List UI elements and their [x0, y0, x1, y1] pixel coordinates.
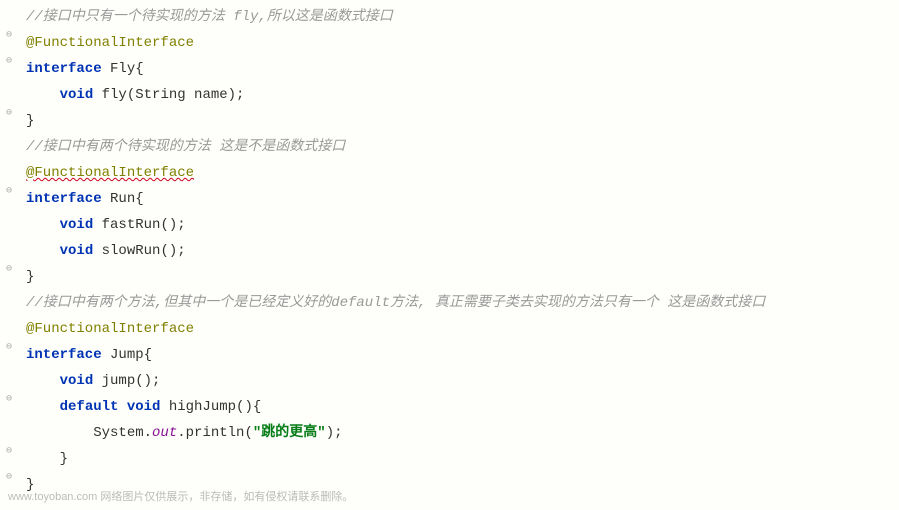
watermark: www.toyoban.com 网络图片仅供展示，非存储，如有侵权请联系删除。: [8, 488, 353, 504]
code-line: void fastRun();: [18, 212, 899, 238]
class-name: Fly: [110, 61, 135, 77]
fold-icon[interactable]: ⊖: [4, 108, 14, 118]
params: ();: [160, 243, 185, 259]
code-line: interface Run{: [18, 186, 899, 212]
brace: {: [144, 347, 152, 363]
annotation-error: @FunctionalInterface: [26, 165, 194, 181]
fold-icon[interactable]: ⊖: [4, 342, 14, 352]
method-name: slowRun: [102, 243, 161, 259]
code-text: );: [326, 425, 343, 441]
brace: }: [26, 113, 34, 129]
gutter: ⊖ ⊖ ⊖ ⊖ ⊖ ⊖ ⊖ ⊖ ⊖: [0, 0, 18, 510]
params: ();: [135, 373, 160, 389]
keyword: void: [60, 373, 102, 389]
comment: //接口中只有一个待实现的方法 fly,所以这是函数式接口: [26, 9, 393, 25]
params: (){: [236, 399, 261, 415]
keyword: void: [60, 87, 102, 103]
code-line: }: [18, 264, 899, 290]
fold-icon[interactable]: ⊖: [4, 264, 14, 274]
method-name: fastRun: [102, 217, 161, 233]
fold-icon[interactable]: ⊖: [4, 30, 14, 40]
static-field: out: [152, 425, 177, 441]
code-line: void fly(String name);: [18, 82, 899, 108]
brace: }: [26, 269, 34, 285]
keyword: void: [60, 243, 102, 259]
brace: {: [135, 191, 143, 207]
code-line: @FunctionalInterface: [18, 160, 899, 186]
comment: //接口中有两个待实现的方法 这是不是函数式接口: [26, 139, 345, 155]
comment: //接口中有两个方法,但其中一个是已经定义好的default方法, 真正需要子类…: [26, 295, 765, 311]
fold-icon[interactable]: ⊖: [4, 472, 14, 482]
keyword: void: [60, 217, 102, 233]
code-line: //接口中有两个方法,但其中一个是已经定义好的default方法, 真正需要子类…: [18, 290, 899, 316]
fold-icon[interactable]: ⊖: [4, 394, 14, 404]
code-line: }: [18, 446, 899, 472]
params: ();: [160, 217, 185, 233]
fold-icon[interactable]: ⊖: [4, 56, 14, 66]
code-line: interface Fly{: [18, 56, 899, 82]
brace: }: [60, 451, 68, 467]
code-text: .println(: [177, 425, 253, 441]
fold-icon[interactable]: ⊖: [4, 446, 14, 456]
code-text: System.: [93, 425, 152, 441]
params: (String name);: [127, 87, 245, 103]
method-name: highJump: [169, 399, 236, 415]
code-line: }: [18, 108, 899, 134]
code-line: //接口中有两个待实现的方法 这是不是函数式接口: [18, 134, 899, 160]
method-name: jump: [102, 373, 136, 389]
method-name: fly: [102, 87, 127, 103]
keyword: default void: [60, 399, 169, 415]
code-line: interface Jump{: [18, 342, 899, 368]
code-line: void slowRun();: [18, 238, 899, 264]
code-area[interactable]: //接口中只有一个待实现的方法 fly,所以这是函数式接口 @Functiona…: [18, 0, 899, 510]
code-line: @FunctionalInterface: [18, 316, 899, 342]
code-line: default void highJump(){: [18, 394, 899, 420]
keyword: interface: [26, 191, 110, 207]
annotation: @FunctionalInterface: [26, 35, 194, 51]
code-line: @FunctionalInterface: [18, 30, 899, 56]
string-literal: "跳的更高": [253, 425, 326, 441]
keyword: interface: [26, 61, 110, 77]
code-line: System.out.println("跳的更高");: [18, 420, 899, 446]
fold-icon[interactable]: ⊖: [4, 186, 14, 196]
code-line: void jump();: [18, 368, 899, 394]
brace: {: [135, 61, 143, 77]
keyword: interface: [26, 347, 110, 363]
code-line: //接口中只有一个待实现的方法 fly,所以这是函数式接口: [18, 4, 899, 30]
class-name: Run: [110, 191, 135, 207]
code-editor: ⊖ ⊖ ⊖ ⊖ ⊖ ⊖ ⊖ ⊖ ⊖ //接口中只有一个待实现的方法 fly,所以…: [0, 0, 899, 510]
annotation: @FunctionalInterface: [26, 321, 194, 337]
class-name: Jump: [110, 347, 144, 363]
